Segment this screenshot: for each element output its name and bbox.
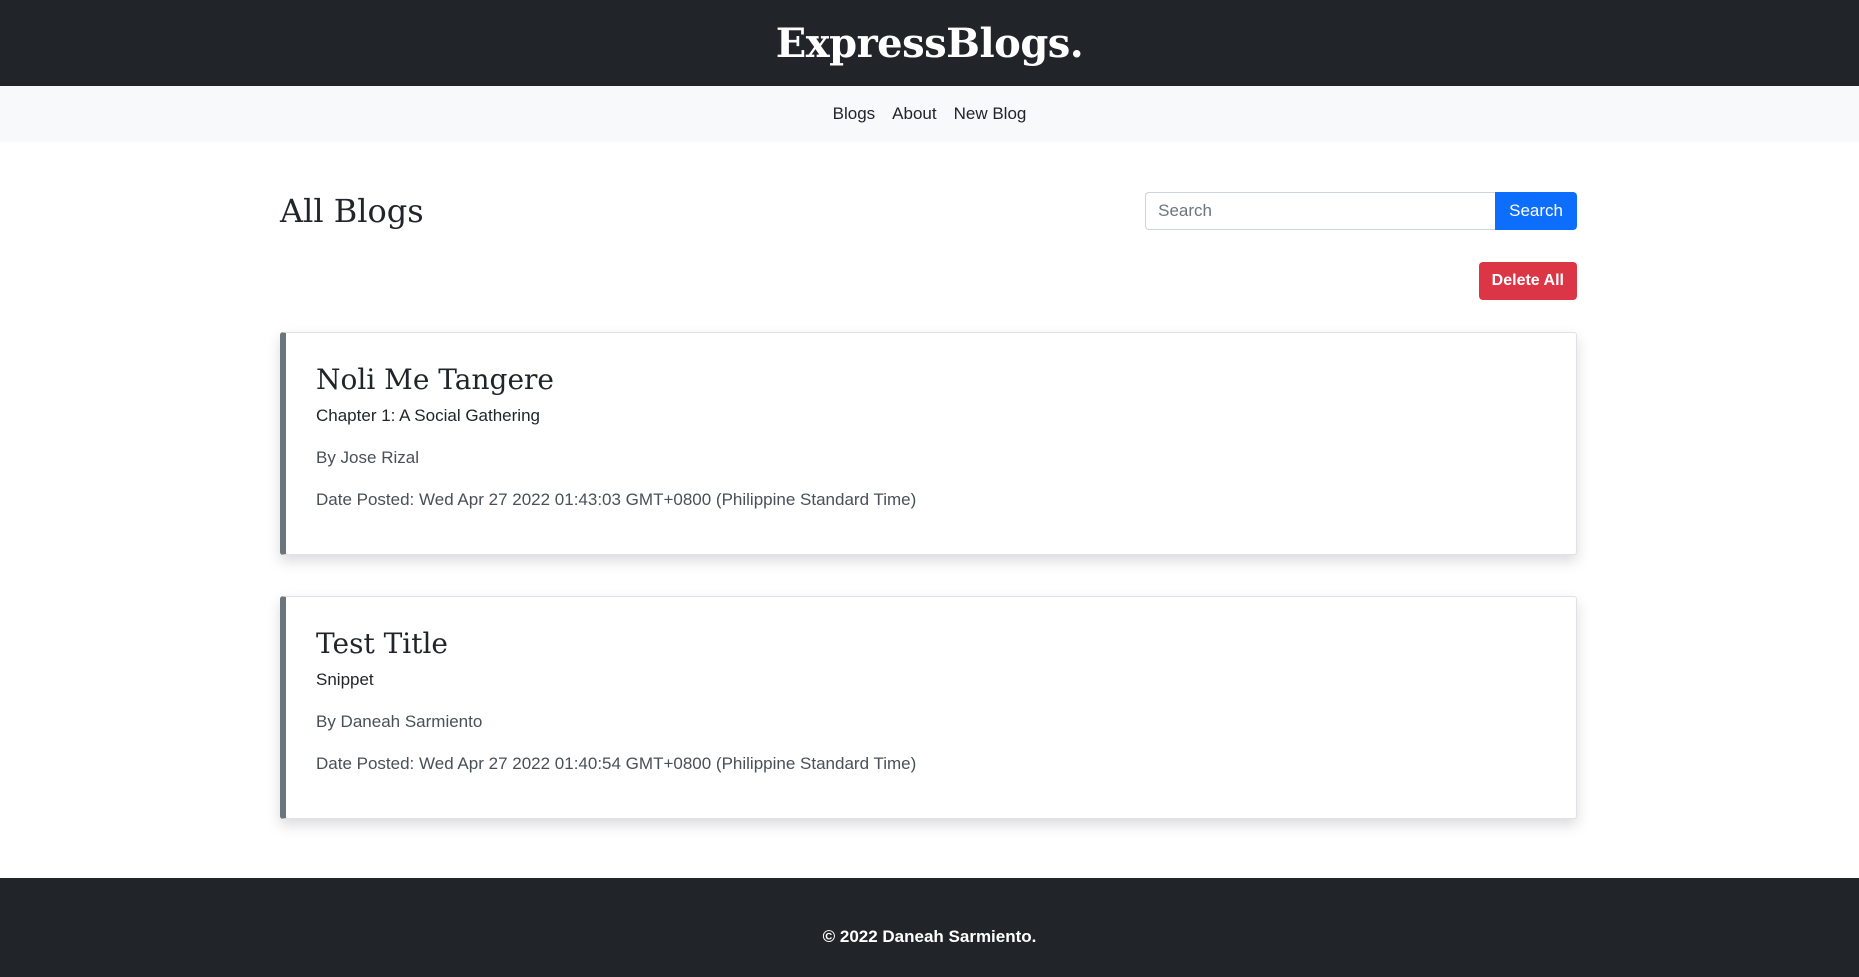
- copyright-text: © 2022 Daneah Sarmiento.: [822, 927, 1037, 946]
- blog-snippet: Snippet: [316, 670, 374, 689]
- search-form: Search: [1145, 192, 1577, 230]
- search-input[interactable]: [1145, 192, 1496, 230]
- blog-title[interactable]: Noli Me Tangere: [316, 363, 1546, 396]
- main-nav: Blogs About New Blog: [0, 86, 1859, 142]
- site-header: ExpressBlogs.: [0, 0, 1859, 86]
- search-button[interactable]: Search: [1495, 192, 1577, 230]
- blog-card[interactable]: Test Title Snippet By Daneah Sarmiento D…: [280, 596, 1577, 819]
- nav-link-about[interactable]: About: [892, 104, 936, 124]
- site-footer: © 2022 Daneah Sarmiento.: [0, 878, 1859, 977]
- delete-all-button[interactable]: Delete All: [1478, 262, 1577, 300]
- brand-logo[interactable]: ExpressBlogs.: [776, 20, 1084, 67]
- blog-snippet: Chapter 1: A Social Gathering: [316, 406, 540, 425]
- nav-link-blogs[interactable]: Blogs: [833, 104, 876, 124]
- blog-title[interactable]: Test Title: [316, 627, 1546, 660]
- page-title: All Blogs: [280, 192, 424, 230]
- main-content: All Blogs Search Delete All Noli Me Tang…: [280, 142, 1577, 860]
- blog-card[interactable]: Noli Me Tangere Chapter 1: A Social Gath…: [280, 332, 1577, 555]
- page-header: All Blogs Search Delete All: [280, 142, 1577, 332]
- blog-date: Date Posted: Wed Apr 27 2022 01:40:54 GM…: [316, 754, 917, 773]
- blog-author: By Jose Rizal: [316, 448, 419, 467]
- blog-date: Date Posted: Wed Apr 27 2022 01:43:03 GM…: [316, 490, 917, 509]
- nav-link-new-blog[interactable]: New Blog: [954, 104, 1027, 124]
- blog-author: By Daneah Sarmiento: [316, 712, 483, 731]
